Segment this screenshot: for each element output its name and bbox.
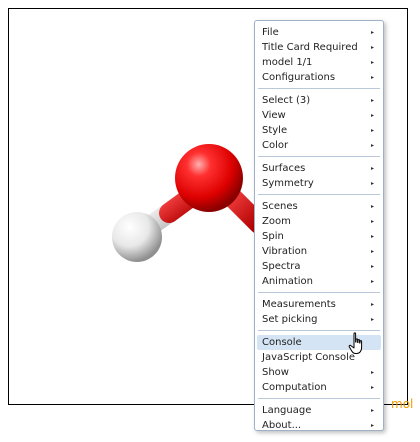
menu-item-set-picking[interactable]: Set picking ▸ — [255, 312, 383, 327]
menu-item-label: View — [262, 110, 286, 121]
menu-item-show[interactable]: Show ▸ — [255, 365, 383, 380]
submenu-arrow-icon: ▸ — [370, 233, 374, 240]
menu-item-spectra[interactable]: Spectra ▸ — [255, 259, 383, 274]
menu-item-label: Console — [262, 337, 302, 348]
submenu-arrow-icon: ▸ — [370, 59, 374, 66]
submenu-arrow-icon: ▸ — [370, 263, 374, 270]
submenu-arrow-icon: ▸ — [370, 180, 374, 187]
menu-item-color[interactable]: Color ▸ — [255, 138, 383, 153]
menu-separator — [258, 156, 380, 157]
menu-item-label: Symmetry — [262, 178, 314, 189]
menu-item-label: Set picking — [262, 314, 318, 325]
menu-item-symmetry[interactable]: Symmetry ▸ — [255, 176, 383, 191]
menu-item-label: Style — [262, 125, 288, 136]
submenu-arrow-icon: ▸ — [370, 74, 374, 81]
menu-item-configurations[interactable]: Configurations ▸ — [255, 70, 383, 85]
menu-item-computation[interactable]: Computation ▸ — [255, 380, 383, 395]
menu-item-label: Configurations — [262, 72, 336, 83]
menu-item-zoom[interactable]: Zoom ▸ — [255, 214, 383, 229]
submenu-arrow-icon: ▸ — [370, 248, 374, 255]
submenu-arrow-icon: ▸ — [370, 316, 374, 323]
hydrogen-atom — [112, 212, 162, 262]
menu-item-label: JavaScript Console — [262, 352, 356, 363]
menu-separator — [258, 398, 380, 399]
submenu-arrow-icon: ▸ — [370, 384, 374, 391]
menu-item-label: Animation — [262, 276, 313, 287]
menu-item-label: About... — [262, 420, 302, 431]
menu-item-scenes[interactable]: Scenes ▸ — [255, 199, 383, 214]
submenu-arrow-icon: ▸ — [370, 44, 374, 51]
menu-item-label: Zoom — [262, 216, 291, 227]
menu-item-animation[interactable]: Animation ▸ — [255, 274, 383, 289]
hand-pointer-icon — [348, 332, 363, 354]
menu-item-model-1-1[interactable]: model 1/1 ▸ — [255, 55, 383, 70]
submenu-arrow-icon: ▸ — [370, 112, 374, 119]
menu-item-style[interactable]: Style ▸ — [255, 123, 383, 138]
submenu-arrow-icon: ▸ — [370, 407, 374, 414]
menu-separator — [258, 194, 380, 195]
submenu-arrow-icon: ▸ — [370, 127, 374, 134]
submenu-arrow-icon: ▸ — [370, 369, 374, 376]
menu-item-label: Computation — [262, 382, 327, 393]
menu-item-label: Spin — [262, 231, 284, 242]
menu-item-spin[interactable]: Spin ▸ — [255, 229, 383, 244]
menu-item-measurements[interactable]: Measurements ▸ — [255, 297, 383, 312]
submenu-arrow-icon: ▸ — [370, 278, 374, 285]
menu-item-language[interactable]: Language ▸ — [255, 403, 383, 418]
menu-separator — [258, 292, 380, 293]
menu-item-select-3[interactable]: Select (3) ▸ — [255, 93, 383, 108]
oxygen-atom — [175, 144, 243, 212]
submenu-arrow-icon: ▸ — [370, 218, 374, 225]
context-menu: File ▸ Title Card Required ▸ model 1/1 ▸ Confi… — [254, 20, 384, 431]
menu-item-label: Scenes — [262, 201, 298, 212]
submenu-arrow-icon: ▸ — [370, 97, 374, 104]
menu-item-label: Measurements — [262, 299, 336, 310]
menu-item-label: Vibration — [262, 246, 308, 257]
menu-item-label: Select (3) — [262, 95, 311, 106]
menu-item-label: Color — [262, 140, 289, 151]
menu-separator — [258, 330, 380, 331]
submenu-arrow-icon: ▸ — [370, 203, 374, 210]
menu-item-label: Show — [262, 367, 289, 378]
submenu-arrow-icon: ▸ — [370, 301, 374, 308]
menu-item-about[interactable]: About... ▸ — [255, 418, 383, 433]
menu-item-label: Spectra — [262, 261, 301, 272]
menu-item-label: Title Card Required — [262, 42, 358, 53]
menu-item-vibration[interactable]: Vibration ▸ — [255, 244, 383, 259]
submenu-arrow-icon: ▸ — [370, 165, 374, 172]
menu-item-label: File — [262, 27, 279, 38]
menu-item-label: Surfaces — [262, 163, 306, 174]
submenu-arrow-icon: ▸ — [370, 422, 374, 429]
menu-item-label: model 1/1 — [262, 57, 313, 68]
menu-item-title-card-required[interactable]: Title Card Required ▸ — [255, 40, 383, 55]
menu-item-surfaces[interactable]: Surfaces ▸ — [255, 161, 383, 176]
submenu-arrow-icon: ▸ — [370, 29, 374, 36]
watermark-label: mol — [391, 397, 414, 411]
submenu-arrow-icon: ▸ — [370, 142, 374, 149]
menu-item-label: Language — [262, 405, 312, 416]
menu-item-view[interactable]: View ▸ — [255, 108, 383, 123]
menu-item-file[interactable]: File ▸ — [255, 25, 383, 40]
menu-separator — [258, 88, 380, 89]
